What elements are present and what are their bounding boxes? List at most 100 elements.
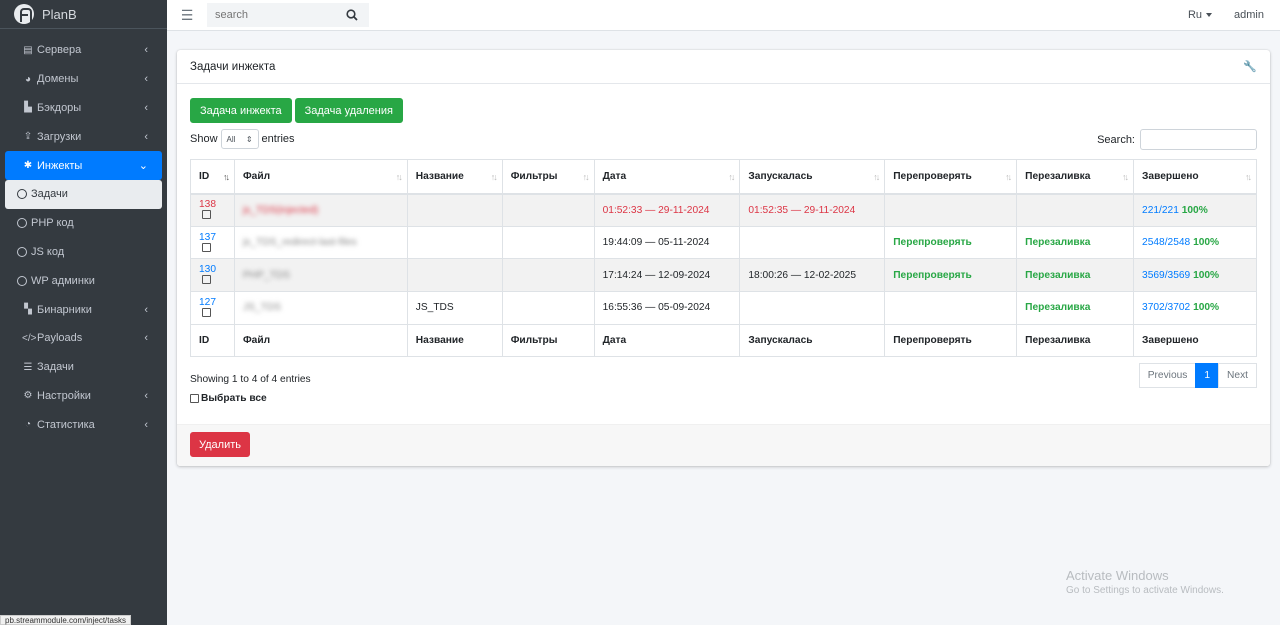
- column-header[interactable]: Название ↑↓: [406, 159, 503, 195]
- chevron-left-icon: ‹: [144, 332, 148, 345]
- upload-icon: ⇪: [23, 131, 33, 143]
- done-count-link[interactable]: 2548/2548: [1142, 237, 1190, 248]
- column-header[interactable]: Файл ↑↓: [233, 159, 408, 195]
- sidebar-item-4[interactable]: ✱ Инжекты ⌄: [5, 151, 162, 180]
- language-dropdown[interactable]: Ru: [1188, 9, 1213, 21]
- user-menu[interactable]: admin: [1234, 9, 1264, 21]
- sidebar-item-5[interactable]: Задачи: [5, 179, 162, 209]
- pagination: Previous 1 Next: [1138, 363, 1257, 388]
- column-header-label: Перепроверять: [893, 170, 972, 182]
- sidebar-item-label: WP админки: [31, 274, 95, 287]
- recheck-link[interactable]: Перепроверять: [893, 237, 972, 248]
- sort-updown-icon: ⇕: [245, 134, 253, 144]
- page-1-button[interactable]: 1: [1195, 363, 1220, 388]
- caret-down-icon: [1206, 13, 1213, 17]
- sort-icon: ↑↓: [490, 172, 498, 182]
- done-count-link[interactable]: 3702/3702: [1142, 302, 1190, 313]
- column-header[interactable]: Перепроверять ↑↓: [884, 159, 1018, 195]
- sidebar-item-label: PHP код: [31, 217, 74, 230]
- table-cell: [501, 291, 595, 325]
- column-header-label: Дата: [602, 170, 627, 182]
- sidebar-item-12[interactable]: ⚙ Настройки ‹: [5, 382, 162, 411]
- previous-page-button[interactable]: Previous: [1138, 363, 1197, 388]
- done-percent: 100%: [1193, 237, 1220, 249]
- sidebar: PlanB ▤ Сервера ‹ ◕ Домены ‹ ▙ Бэкдоры ‹ ⇪ Загрузк…: [0, 0, 167, 625]
- brand[interactable]: PlanB: [0, 0, 167, 29]
- wrench-icon[interactable]: 🔧: [1243, 60, 1257, 73]
- door-icon: ▙: [24, 102, 32, 114]
- delete-task-button[interactable]: Задача удаления: [294, 98, 403, 123]
- reupload-link[interactable]: Перезаливка: [1025, 302, 1090, 313]
- row-checkbox[interactable]: [202, 210, 211, 220]
- sidebar-item-label: Настройки: [37, 389, 91, 402]
- sidebar-item-9[interactable]: ▚ Бинарники ‹: [5, 295, 162, 324]
- pie-chart-icon: ◔: [24, 419, 32, 431]
- sort-icon: ↑↓: [1122, 172, 1129, 182]
- table-filter: Search:: [1097, 129, 1257, 150]
- row-checkbox[interactable]: [202, 275, 211, 285]
- sidebar-item-2[interactable]: ▙ Бэкдоры ‹: [5, 94, 162, 123]
- sort-icon: ↑↓: [1245, 172, 1252, 182]
- inject-task-button[interactable]: Задача инжекта: [190, 98, 292, 123]
- sidebar-item-13[interactable]: ◔ Статистика ‹: [5, 410, 162, 439]
- table-cell: PHP_TDS: [233, 258, 408, 293]
- task-date: 17:14:24 — 12-09-2024: [602, 269, 711, 281]
- task-name: JS_TDS: [415, 302, 454, 314]
- sidebar-item-label: Задачи: [31, 188, 68, 201]
- sort-icon: ↑↓: [222, 172, 230, 182]
- task-id-link[interactable]: 138: [199, 199, 216, 210]
- row-checkbox[interactable]: [202, 242, 211, 252]
- sidebar-item-6[interactable]: PHP код: [5, 209, 162, 238]
- globe-icon: ◕: [24, 73, 32, 85]
- column-header[interactable]: Дата ↑↓: [593, 159, 741, 195]
- column-header[interactable]: ID ↑↓: [190, 159, 235, 195]
- circle-icon: [17, 218, 27, 229]
- page-length-select[interactable]: All ⇕: [220, 129, 259, 149]
- filter-input[interactable]: [1140, 129, 1257, 150]
- task-date: 01:52:33 — 29-11-2024: [602, 204, 710, 216]
- sidebar-item-7[interactable]: JS код: [5, 238, 162, 267]
- chevron-down-icon: ⌄: [138, 160, 148, 173]
- sidebar-item-label: Статистика: [37, 418, 95, 431]
- task-id-link[interactable]: 130: [199, 264, 216, 275]
- column-header-label: Запускалась: [748, 170, 813, 182]
- row-checkbox[interactable]: [202, 307, 211, 317]
- task-id-link[interactable]: 137: [199, 232, 216, 243]
- reupload-link[interactable]: Перезаливка: [1025, 237, 1090, 248]
- table-cell: Перепроверять: [884, 258, 1018, 293]
- done-percent: 100%: [1193, 269, 1220, 281]
- sidebar-item-0[interactable]: ▤ Сервера ‹: [5, 36, 162, 65]
- table-row: 127 JS_TDS JS_TDS 16:55:36 — 05-09-2024 Пере…: [190, 291, 1257, 325]
- column-footer: Запускалась: [739, 323, 886, 357]
- select-all-checkbox[interactable]: Выбрать все: [190, 393, 267, 404]
- menu-toggle-icon[interactable]: ☰: [167, 7, 207, 24]
- sidebar-item-10[interactable]: </> Payloads ‹: [5, 324, 162, 353]
- table-cell: [406, 225, 503, 260]
- recheck-link[interactable]: Перепроверять: [893, 270, 972, 281]
- table-row: 137 js_TDS_redirect-last-files 19:44:09 — …: [190, 225, 1257, 260]
- column-header-label: Фильтры: [510, 170, 558, 182]
- delete-button[interactable]: Удалить: [190, 432, 250, 457]
- task-date: 19:44:09 — 05-11-2024: [602, 237, 710, 249]
- next-page-button[interactable]: Next: [1218, 363, 1257, 388]
- sidebar-item-8[interactable]: WP админки: [5, 266, 162, 295]
- search-input[interactable]: [207, 9, 341, 21]
- code-icon: </>: [22, 332, 37, 344]
- column-header[interactable]: Завершено ↑↓: [1133, 159, 1257, 195]
- sidebar-item-label: Домены: [37, 73, 79, 86]
- checkbox-icon: [190, 394, 199, 403]
- file-name: JS_TDS: [242, 302, 281, 314]
- select-all-label: Выбрать все: [201, 393, 267, 404]
- reupload-link[interactable]: Перезаливка: [1025, 270, 1090, 281]
- search-icon[interactable]: [341, 9, 363, 21]
- sidebar-item-3[interactable]: ⇪ Загрузки ‹: [5, 122, 162, 151]
- sidebar-item-1[interactable]: ◕ Домены ‹: [5, 65, 162, 94]
- done-count-link[interactable]: 221/221: [1142, 205, 1179, 216]
- card-footer: Удалить: [177, 424, 1270, 466]
- column-footer: Фильтры: [501, 323, 595, 357]
- task-id-link[interactable]: 127: [199, 297, 216, 308]
- sidebar-item-11[interactable]: ☰ Задачи: [5, 353, 162, 382]
- done-count-link[interactable]: 3569/3569: [1142, 270, 1190, 281]
- column-header[interactable]: Запускалась ↑↓: [739, 159, 886, 195]
- column-header[interactable]: Перезаливка ↑↓: [1016, 159, 1135, 195]
